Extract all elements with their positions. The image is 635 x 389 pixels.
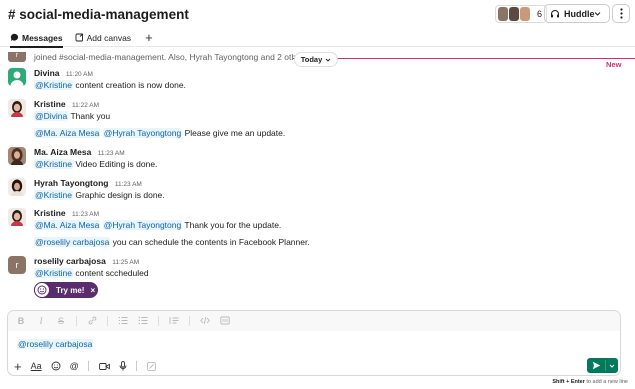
- code-block-icon[interactable]: [220, 316, 230, 327]
- mention[interactable]: @Kristine: [34, 268, 73, 278]
- mention[interactable]: @Divina: [34, 111, 69, 121]
- new-label: New: [606, 60, 622, 69]
- try-me-button[interactable]: Try me! ×: [34, 282, 98, 298]
- author-name[interactable]: roselily carbajosa: [34, 256, 106, 266]
- emoji-icon[interactable]: [51, 361, 61, 371]
- avatar[interactable]: [8, 208, 26, 226]
- timestamp[interactable]: 11:22 AM: [72, 102, 99, 109]
- schedule-chevron-icon[interactable]: [606, 363, 618, 369]
- try-me-label: Try me!: [56, 285, 85, 295]
- message-text: @Kristine Graphic design is done.: [34, 190, 165, 200]
- join-notice: r joined #social-media-management. Also,…: [8, 50, 296, 64]
- bulleted-list-icon[interactable]: [138, 316, 148, 327]
- text-style-button[interactable]: Aa: [31, 361, 42, 371]
- smile-icon: [34, 282, 50, 298]
- channel-title[interactable]: # social-media-management: [8, 7, 189, 22]
- default-user-icon: [10, 71, 24, 86]
- add-tab-plus-icon[interactable]: +: [145, 30, 153, 45]
- code-icon[interactable]: [200, 316, 210, 327]
- avatar[interactable]: [8, 99, 26, 117]
- timestamp[interactable]: 11:23 AM: [72, 211, 99, 218]
- huddle-button[interactable]: Huddle: [544, 4, 610, 23]
- tab-label: Add canvas: [86, 32, 132, 43]
- timestamp[interactable]: 11:25 AM: [112, 259, 139, 266]
- more-options-button[interactable]: [612, 4, 630, 23]
- new-messages-divider: [293, 58, 635, 59]
- message-text: @Kristine content creation is now done.: [34, 80, 186, 90]
- chevron-down-icon: [325, 58, 331, 62]
- avatar: r: [8, 52, 26, 62]
- close-icon[interactable]: ×: [90, 286, 95, 295]
- message-composer[interactable]: B I S @roselily carbajosa + Aa @: [7, 310, 621, 376]
- message-text: @Divina Thank you: [34, 111, 111, 121]
- mention[interactable]: @Ma. Aiza Mesa: [34, 220, 101, 230]
- send-button[interactable]: [587, 358, 618, 373]
- composer-actions: + Aa @: [14, 359, 165, 374]
- microphone-icon[interactable]: [119, 361, 127, 371]
- message-text: @Kristine content sccheduled: [34, 268, 149, 278]
- member-avatar: [509, 7, 519, 21]
- mention[interactable]: @Kristine: [34, 190, 73, 200]
- mention[interactable]: @Kristine: [34, 159, 73, 169]
- strikethrough-icon[interactable]: S: [56, 316, 66, 326]
- message-bubble-icon: [10, 33, 19, 41]
- profile-photo-icon: [8, 178, 26, 196]
- mention[interactable]: @roselily carbajosa: [17, 339, 94, 349]
- author-name[interactable]: Kristine: [34, 208, 66, 218]
- author-name[interactable]: Kristine: [34, 99, 66, 109]
- member-list-button[interactable]: 6: [495, 5, 548, 23]
- attach-plus-icon[interactable]: +: [14, 359, 22, 374]
- canvas-icon: [75, 33, 83, 42]
- ordered-list-icon[interactable]: [118, 316, 128, 327]
- italic-icon[interactable]: I: [36, 316, 46, 326]
- message-feed[interactable]: r joined #social-media-management. Also,…: [0, 48, 635, 305]
- mention-icon[interactable]: @: [70, 361, 79, 371]
- tab-add-canvas[interactable]: Add canvas: [75, 29, 131, 47]
- mention[interactable]: @Hyrah Tayongtong: [102, 128, 183, 138]
- formatting-toolbar: B I S: [8, 311, 620, 331]
- profile-photo-icon: [8, 208, 26, 226]
- bold-icon[interactable]: B: [16, 316, 26, 326]
- avatar[interactable]: r: [8, 256, 26, 274]
- message-text: @Kristine Video Editing is done.: [34, 159, 158, 169]
- member-avatar: [498, 7, 508, 21]
- mention[interactable]: @Hyrah Tayongtong: [102, 220, 183, 230]
- timestamp[interactable]: 11:20 AM: [66, 71, 93, 78]
- author-name[interactable]: Divina: [34, 68, 60, 78]
- mention[interactable]: @Ma. Aiza Mesa: [34, 128, 101, 138]
- composer-input[interactable]: @roselily carbajosa: [17, 339, 94, 349]
- headphones-icon: [551, 9, 559, 17]
- author-name[interactable]: Hyrah Tayongtong: [34, 178, 108, 188]
- mention[interactable]: @Kristine: [34, 80, 73, 90]
- member-count: 6: [537, 9, 543, 19]
- blockquote-icon[interactable]: [169, 316, 179, 327]
- video-icon[interactable]: [98, 362, 110, 371]
- avatar[interactable]: [8, 147, 26, 165]
- channel-tabs: Messages Add canvas +: [0, 29, 635, 48]
- message-text: @Ma. Aiza Mesa @Hyrah Tayongtong Thank y…: [34, 220, 282, 230]
- profile-photo-icon: [8, 99, 26, 117]
- kebab-icon: [619, 8, 623, 19]
- join-text: joined #social-media-management. Also, H…: [34, 52, 297, 62]
- message-text: @roselily carbajosa you can schedule the…: [34, 237, 310, 247]
- member-avatar: [520, 7, 530, 21]
- chevron-down-icon[interactable]: [594, 10, 601, 17]
- avatar[interactable]: [8, 178, 26, 196]
- shortcuts-icon[interactable]: [146, 361, 156, 371]
- tab-label: Messages: [22, 32, 63, 43]
- today-date-pill[interactable]: Today: [294, 52, 338, 67]
- message-text: @Ma. Aiza Mesa @Hyrah Tayongtong Please …: [34, 128, 286, 138]
- timestamp[interactable]: 11:23 AM: [115, 181, 142, 188]
- send-icon[interactable]: [587, 361, 605, 370]
- tab-messages[interactable]: Messages: [10, 29, 63, 48]
- today-label: Today: [300, 55, 323, 64]
- profile-photo-icon: [8, 147, 26, 165]
- link-icon[interactable]: [87, 316, 97, 327]
- mention[interactable]: @roselily carbajosa: [34, 237, 111, 247]
- newline-hint: Shift + Enter to add a new line: [552, 379, 628, 385]
- avatar[interactable]: [8, 68, 26, 86]
- huddle-label: Huddle: [564, 8, 595, 19]
- author-name[interactable]: Ma. Aiza Mesa: [34, 147, 91, 157]
- timestamp[interactable]: 11:23 AM: [98, 150, 125, 157]
